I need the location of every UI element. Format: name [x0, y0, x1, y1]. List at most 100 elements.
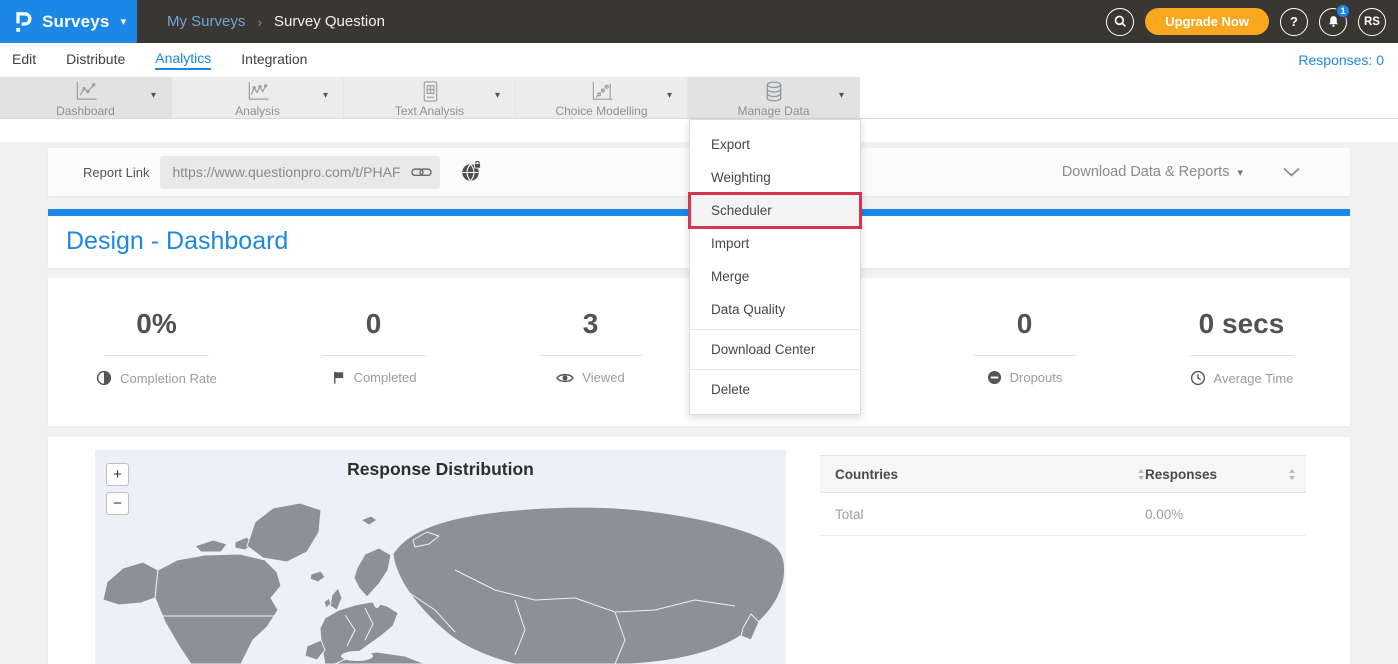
tab-label: Dashboard: [56, 104, 115, 118]
chevron-down-icon: ▾: [667, 90, 672, 101]
response-map[interactable]: Response Distribution + −: [95, 450, 786, 664]
sort-icon: [1137, 468, 1145, 481]
column-header-label: Responses: [1145, 467, 1217, 482]
breadcrumb: My Surveys › Survey Question: [167, 13, 385, 30]
topbar: Surveys ▾ My Surveys › Survey Question U…: [0, 0, 1398, 43]
stat-viewed: 3 Viewed: [482, 278, 699, 426]
map-title: Response Distribution: [95, 459, 786, 480]
breadcrumb-my-surveys[interactable]: My Surveys: [167, 13, 245, 30]
sort-icon: [1288, 468, 1296, 481]
nav-item-edit[interactable]: Edit: [12, 51, 36, 69]
download-data-reports-label: Download Data & Reports: [1062, 164, 1230, 180]
map-zoom-in-button[interactable]: +: [106, 463, 129, 486]
countries-table-header: Countries Responses: [820, 455, 1306, 493]
stat-label: Completion Rate: [120, 371, 217, 386]
menu-item-scheduler[interactable]: Scheduler: [690, 194, 860, 227]
report-link-label: Report Link: [83, 165, 149, 180]
download-data-reports-menu[interactable]: Download Data & Reports ▾: [1062, 164, 1243, 180]
help-button[interactable]: ?: [1280, 8, 1308, 36]
divider: [105, 355, 209, 356]
tab-analysis[interactable]: ▾ Analysis: [172, 77, 344, 118]
report-privacy-button[interactable]: [460, 161, 482, 183]
chevron-down-icon: ▾: [323, 90, 328, 101]
breadcrumb-separator-icon: ›: [257, 14, 262, 30]
chevron-down-icon: ▾: [495, 90, 500, 101]
table-row-total: Total 0.00%: [820, 493, 1306, 536]
breadcrumb-current-survey: Survey Question: [274, 13, 385, 30]
flag-icon: [331, 370, 346, 385]
copy-link-button[interactable]: [411, 165, 432, 184]
avatar[interactable]: RS: [1358, 8, 1386, 36]
stat-completion-rate: 0% Completion Rate: [48, 278, 265, 426]
text-document-icon: [418, 80, 442, 103]
nav-item-distribute[interactable]: Distribute: [66, 51, 125, 69]
report-link-input-wrap: [160, 156, 440, 189]
menu-item-delete[interactable]: Delete: [690, 373, 860, 406]
chevron-down-icon: ▾: [1237, 166, 1243, 179]
column-header-responses[interactable]: Responses: [1145, 467, 1306, 482]
stat-value: 0 secs: [1199, 310, 1285, 338]
column-header-countries[interactable]: Countries: [820, 467, 1145, 482]
menu-divider: [690, 369, 860, 370]
eye-icon: [556, 372, 574, 384]
stat-dropouts: 0 Dropouts: [916, 278, 1133, 426]
tab-choice-modelling[interactable]: ▾ Choice Modelling: [516, 77, 688, 118]
upgrade-now-button[interactable]: Upgrade Now: [1145, 8, 1269, 35]
menu-item-import[interactable]: Import: [690, 227, 860, 260]
responses-counter: Responses: 0: [1298, 52, 1386, 68]
nav-item-integration[interactable]: Integration: [241, 51, 307, 69]
world-map: [95, 450, 786, 664]
stat-completed: 0 Completed: [265, 278, 482, 426]
stat-average-time: 0 secs Average Time: [1133, 278, 1350, 426]
tab-dashboard[interactable]: ▾ Dashboard: [0, 77, 172, 118]
countries-table: Countries Responses Total 0.00%: [820, 455, 1306, 536]
menu-item-weighting[interactable]: Weighting: [690, 161, 860, 194]
chevron-down-icon: ▾: [839, 90, 844, 101]
notification-count-badge: 1: [1336, 4, 1350, 18]
menu-item-download-center[interactable]: Download Center: [690, 333, 860, 366]
total-responses-value: 0.00%: [1145, 507, 1306, 522]
divider: [1190, 355, 1294, 356]
scatter-chart-icon: [589, 80, 615, 103]
stat-value: 0: [1017, 310, 1033, 338]
menu-item-merge[interactable]: Merge: [690, 260, 860, 293]
chevron-down-icon: ▾: [121, 15, 127, 28]
minus-circle-icon: [987, 370, 1002, 385]
notifications-button[interactable]: 1: [1319, 8, 1347, 36]
globe-lock-icon: [460, 161, 482, 183]
chevron-down-icon: ▾: [151, 90, 156, 101]
product-label: Surveys: [42, 12, 110, 32]
map-zoom-out-button[interactable]: −: [106, 492, 129, 515]
line-chart-icon: [73, 80, 99, 103]
tab-text-analysis[interactable]: ▾ Text Analysis: [344, 77, 516, 118]
report-link-input[interactable]: [160, 156, 440, 189]
link-icon: [411, 165, 432, 179]
menu-item-data-quality[interactable]: Data Quality: [690, 293, 860, 326]
questionpro-logo-icon: [13, 9, 33, 35]
trend-chart-icon: [245, 80, 271, 103]
menu-item-export[interactable]: Export: [690, 128, 860, 161]
tab-label: Choice Modelling: [555, 104, 647, 118]
tab-label: Analysis: [235, 104, 280, 118]
analytics-toolbar: ▾ Dashboard ▾ Analysis ▾ Text Analysis: [0, 77, 1398, 119]
tab-manage-data[interactable]: ▾ Manage Data: [688, 77, 860, 118]
stat-value: 3: [583, 310, 599, 338]
response-distribution-card: Response Distribution + −: [48, 437, 1350, 664]
total-label: Total: [820, 507, 1145, 522]
menu-divider: [690, 329, 860, 330]
tab-label: Manage Data: [737, 104, 809, 118]
collapse-report-bar-button[interactable]: [1283, 167, 1300, 177]
database-icon: [762, 80, 786, 103]
surveys-product-menu[interactable]: Surveys ▾: [0, 0, 137, 43]
clock-icon: [1190, 370, 1206, 386]
column-header-label: Countries: [835, 467, 898, 482]
toolbar-tabs: ▾ Dashboard ▾ Analysis ▾ Text Analysis: [0, 77, 860, 118]
stat-label: Viewed: [582, 370, 624, 385]
stat-label: Dropouts: [1010, 370, 1063, 385]
search-button[interactable]: [1106, 8, 1134, 36]
chevron-down-icon: [1283, 167, 1300, 177]
stat-label: Completed: [354, 370, 417, 385]
tab-label: Text Analysis: [395, 104, 464, 118]
nav-item-analytics[interactable]: Analytics: [155, 50, 211, 70]
stat-value: 0%: [136, 310, 176, 338]
